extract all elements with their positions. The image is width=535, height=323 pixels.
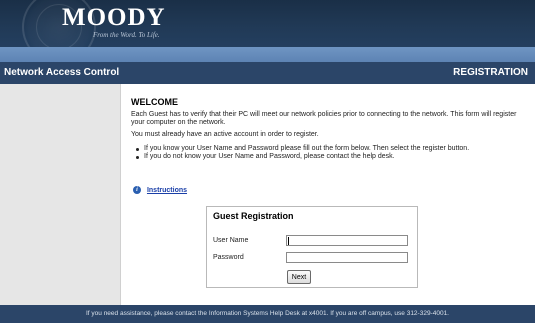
- text-caret: [288, 237, 289, 245]
- list-item: If you do not know your User Name and Pa…: [135, 153, 531, 161]
- guest-registration-form: Guest Registration User Name Password Ne…: [206, 206, 418, 288]
- main-content: WELCOME Each Guest has to verify that th…: [120, 84, 535, 305]
- logo-tagline: From the Word. To Life.: [93, 31, 160, 39]
- username-label: User Name: [213, 237, 249, 244]
- header-band: [0, 47, 535, 62]
- password-input[interactable]: [286, 252, 408, 263]
- welcome-heading: WELCOME: [131, 97, 178, 107]
- page-step-title: REGISTRATION: [453, 67, 528, 78]
- site-header: MOODY From the Word. To Life.: [0, 0, 535, 47]
- list-item: If you know your User Name and Password …: [135, 145, 531, 153]
- account-requirement-text: You must already have an active account …: [131, 131, 319, 138]
- instructions-link[interactable]: Instructions: [147, 187, 187, 194]
- form-title: Guest Registration: [213, 211, 294, 221]
- password-label: Password: [213, 254, 244, 261]
- intro-paragraph: Each Guest has to verify that their PC w…: [131, 111, 517, 126]
- next-button[interactable]: Next: [287, 270, 311, 284]
- username-input[interactable]: [286, 235, 408, 246]
- title-bar: Network Access Control REGISTRATION: [0, 62, 535, 84]
- instructions-row: i Instructions: [133, 186, 187, 195]
- logo-title[interactable]: MOODY: [62, 4, 166, 32]
- help-footer: If you need assistance, please contact t…: [0, 305, 535, 323]
- info-icon: i: [133, 186, 141, 195]
- left-sidebar: [0, 84, 120, 305]
- page-section-title: Network Access Control: [4, 67, 120, 78]
- instruction-list: If you know your User Name and Password …: [135, 145, 531, 161]
